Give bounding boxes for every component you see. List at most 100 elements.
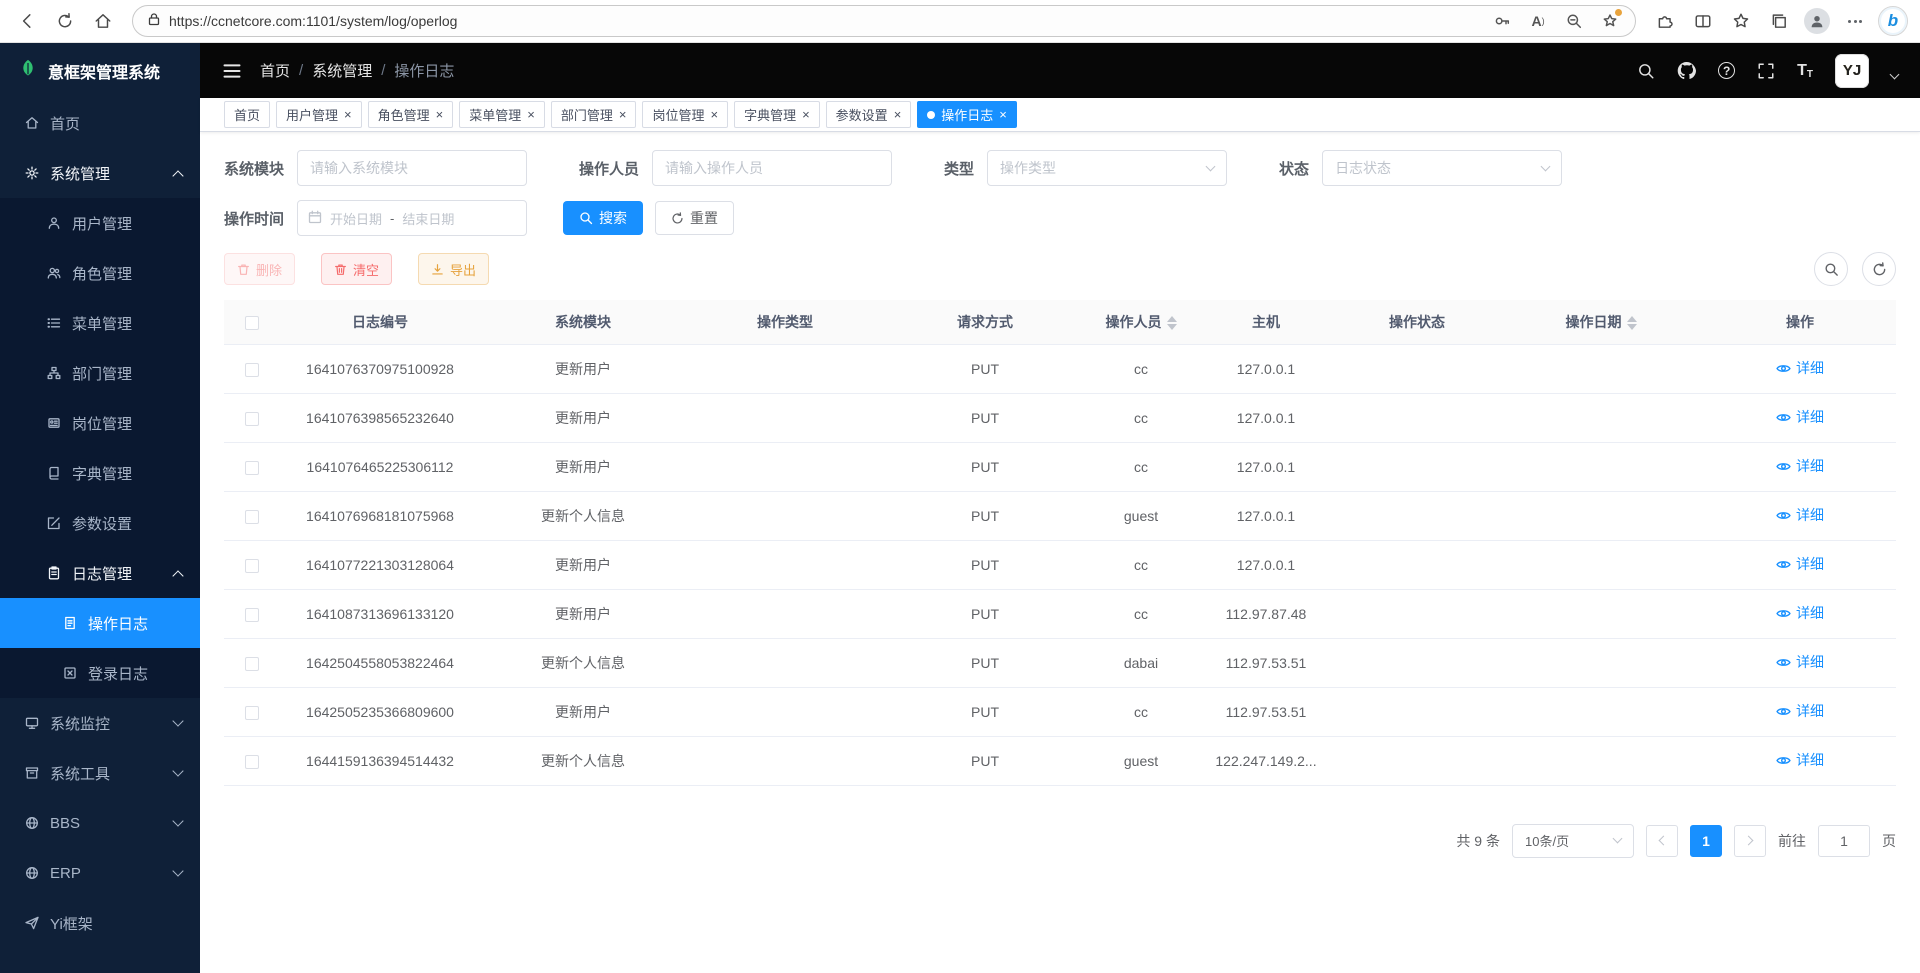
col-date[interactable]: 操作日期: [1498, 300, 1704, 344]
split-screen-icon[interactable]: [1686, 4, 1720, 38]
breadcrumb-item[interactable]: 首页: [260, 60, 290, 81]
refresh-icon[interactable]: [48, 4, 82, 38]
font-size-icon[interactable]: TT: [1797, 62, 1813, 80]
delete-button[interactable]: 删除: [224, 253, 295, 285]
detail-link[interactable]: 详细: [1776, 701, 1824, 721]
type-select[interactable]: 操作类型: [987, 150, 1227, 186]
collections-icon[interactable]: [1762, 4, 1796, 38]
goto-page-input[interactable]: [1818, 825, 1870, 857]
tab-post-management[interactable]: 岗位管理×: [642, 101, 728, 128]
sidebar-item-menu-management[interactable]: 菜单管理: [0, 298, 200, 348]
close-icon[interactable]: ×: [999, 108, 1007, 121]
close-icon[interactable]: ×: [436, 108, 444, 121]
breadcrumb-item[interactable]: 系统管理: [312, 60, 372, 81]
sidebar-item-login-log[interactable]: 登录日志: [0, 648, 200, 698]
detail-link[interactable]: 详细: [1776, 554, 1824, 574]
detail-link[interactable]: 详细: [1776, 456, 1824, 476]
sidebar-item-system-tools[interactable]: 系统工具: [0, 748, 200, 798]
sidebar-item-system-management[interactable]: 系统管理: [0, 148, 200, 198]
detail-link[interactable]: 详细: [1776, 603, 1824, 623]
favorites-star-icon[interactable]: [1724, 4, 1758, 38]
hamburger-icon[interactable]: [222, 61, 242, 81]
module-input[interactable]: [297, 150, 527, 186]
export-button[interactable]: 导出: [418, 253, 489, 285]
help-icon[interactable]: ?: [1718, 62, 1735, 79]
row-checkbox[interactable]: [245, 363, 259, 377]
tab-param-settings[interactable]: 参数设置×: [826, 101, 912, 128]
tab-department-management[interactable]: 部门管理×: [551, 101, 637, 128]
extensions-puzzle-icon[interactable]: [1648, 4, 1682, 38]
close-icon[interactable]: ×: [527, 108, 535, 121]
reset-button[interactable]: 重置: [655, 201, 734, 235]
sidebar-item-log-management[interactable]: 日志管理: [0, 548, 200, 598]
clear-button[interactable]: 清空: [321, 253, 392, 285]
row-checkbox[interactable]: [245, 510, 259, 524]
sidebar-item-operation-log[interactable]: 操作日志: [0, 598, 200, 648]
search-icon[interactable]: [1637, 62, 1655, 80]
page-size-select[interactable]: 10条/页: [1512, 824, 1634, 858]
chevron-down-icon[interactable]: [1890, 70, 1900, 80]
row-checkbox[interactable]: [245, 461, 259, 475]
shopping-tag-icon[interactable]: [1599, 10, 1621, 32]
sidebar-item-bbs[interactable]: BBS: [0, 798, 200, 848]
row-checkbox[interactable]: [245, 559, 259, 573]
sidebar-item-role-management[interactable]: 角色管理: [0, 248, 200, 298]
app-logo[interactable]: 意框架管理系统: [0, 43, 200, 98]
row-checkbox[interactable]: [245, 412, 259, 426]
sidebar-item-home[interactable]: 首页: [0, 98, 200, 148]
back-icon[interactable]: [10, 4, 44, 38]
password-key-icon[interactable]: [1491, 10, 1513, 32]
table-search-toggle-button[interactable]: [1814, 252, 1848, 286]
sidebar-item-erp[interactable]: ERP: [0, 848, 200, 898]
close-icon[interactable]: ×: [710, 108, 718, 121]
select-all-checkbox[interactable]: [245, 316, 259, 330]
github-icon[interactable]: [1677, 61, 1696, 80]
close-icon[interactable]: ×: [894, 108, 902, 121]
row-checkbox[interactable]: [245, 706, 259, 720]
sidebar-item-param-settings[interactable]: 参数设置: [0, 498, 200, 548]
tab-operation-log[interactable]: 操作日志×: [917, 101, 1017, 128]
prev-page-button[interactable]: [1646, 825, 1678, 857]
close-icon[interactable]: ×: [619, 108, 627, 121]
page-number-button[interactable]: 1: [1690, 825, 1722, 857]
tab-menu-management[interactable]: 菜单管理×: [459, 101, 545, 128]
table-refresh-button[interactable]: [1862, 252, 1896, 286]
row-checkbox[interactable]: [245, 608, 259, 622]
sidebar-item-user-management[interactable]: 用户管理: [0, 198, 200, 248]
detail-link[interactable]: 详细: [1776, 358, 1824, 378]
fullscreen-icon[interactable]: [1757, 62, 1775, 80]
detail-link[interactable]: 详细: [1776, 505, 1824, 525]
detail-link[interactable]: 详细: [1776, 750, 1824, 770]
sort-carets[interactable]: [1627, 316, 1637, 330]
close-icon[interactable]: ×: [344, 108, 352, 121]
col-operator[interactable]: 操作人员: [1086, 300, 1196, 344]
status-select[interactable]: 日志状态: [1322, 150, 1562, 186]
search-button[interactable]: 搜索: [563, 201, 643, 235]
user-avatar-logo[interactable]: YJ: [1835, 54, 1869, 88]
tab-dict-management[interactable]: 字典管理×: [734, 101, 820, 128]
close-icon[interactable]: ×: [802, 108, 810, 121]
detail-link[interactable]: 详细: [1776, 407, 1824, 427]
home-icon[interactable]: [86, 4, 120, 38]
tab-role-management[interactable]: 角色管理×: [368, 101, 454, 128]
bing-icon[interactable]: b: [1876, 4, 1910, 38]
url-bar[interactable]: https://ccnetcore.com:1101/system/log/op…: [132, 5, 1636, 37]
read-aloud-icon[interactable]: A): [1527, 10, 1549, 32]
operator-input[interactable]: [652, 150, 892, 186]
more-menu-icon[interactable]: [1838, 4, 1872, 38]
sidebar-item-yi-framework[interactable]: Yi框架: [0, 898, 200, 948]
zoom-out-icon[interactable]: [1563, 10, 1585, 32]
sidebar-item-system-monitor[interactable]: 系统监控: [0, 698, 200, 748]
profile-avatar[interactable]: [1800, 4, 1834, 38]
sidebar-item-department-management[interactable]: 部门管理: [0, 348, 200, 398]
tab-user-management[interactable]: 用户管理×: [276, 101, 362, 128]
sort-carets[interactable]: [1167, 316, 1177, 330]
row-checkbox[interactable]: [245, 755, 259, 769]
row-checkbox[interactable]: [245, 657, 259, 671]
tab-home[interactable]: 首页: [224, 101, 270, 128]
detail-link[interactable]: 详细: [1776, 652, 1824, 672]
sidebar-item-dict-management[interactable]: 字典管理: [0, 448, 200, 498]
date-range-picker[interactable]: 开始日期 - 结束日期: [297, 200, 527, 236]
sidebar-item-post-management[interactable]: 岗位管理: [0, 398, 200, 448]
next-page-button[interactable]: [1734, 825, 1766, 857]
